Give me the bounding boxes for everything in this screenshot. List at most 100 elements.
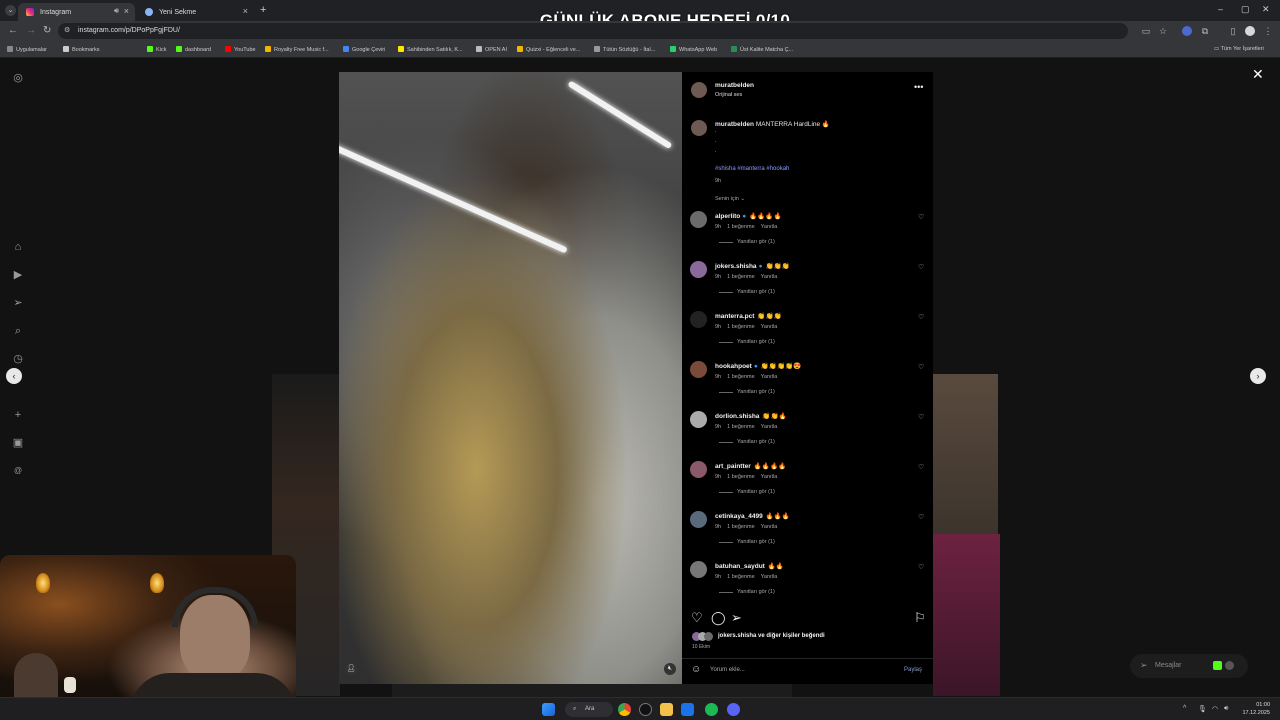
comment-avatar[interactable] xyxy=(690,311,707,328)
comment-avatar[interactable] xyxy=(690,561,707,578)
all-bookmarks-folder[interactable]: ▭ Tüm Yer İşaretleri xyxy=(1214,46,1264,52)
reply-button[interactable]: Yanıtla xyxy=(761,274,778,280)
view-replies-button[interactable]: Yanıtları gör (1) xyxy=(737,589,775,595)
comment-avatar[interactable] xyxy=(690,511,707,528)
audio-label[interactable]: Orijinal ses xyxy=(715,92,742,98)
volume-icon[interactable]: 🔊︎ xyxy=(1224,705,1228,713)
messages-pill[interactable]: ➢ Mesajlar xyxy=(1130,654,1248,678)
heart-icon[interactable]: ♡ xyxy=(691,611,703,624)
comment-avatar[interactable] xyxy=(690,411,707,428)
chrome-icon[interactable] xyxy=(618,703,631,716)
comment-likes[interactable]: 1 beğenme xyxy=(727,424,755,430)
view-replies-button[interactable]: Yanıtları gör (1) xyxy=(737,389,775,395)
puzzle-icon[interactable]: ⧉ xyxy=(1200,26,1210,36)
bookmark-item[interactable]: Üst Kalite Matcha Ç... xyxy=(731,46,793,53)
wifi-icon[interactable]: ◠ xyxy=(1212,705,1218,713)
bookmark-item[interactable]: Bookmarks xyxy=(63,46,100,53)
comment-user[interactable]: dorlion.shisha xyxy=(715,413,759,420)
comment-user[interactable]: hookahpoet xyxy=(715,363,752,370)
instagram-logo-icon[interactable]: ◎ xyxy=(11,71,25,85)
comment-filter[interactable]: Senin için ⌄ xyxy=(715,196,745,202)
emoji-icon[interactable]: ☺ xyxy=(691,664,701,675)
comment-input[interactable]: Yorum ekle... xyxy=(710,667,745,673)
view-replies-button[interactable]: Yanıtları gör (1) xyxy=(737,239,775,245)
view-replies-button[interactable]: Yanıtları gör (1) xyxy=(737,289,775,295)
comment-likes[interactable]: 1 beğenme xyxy=(727,574,755,580)
reels-icon[interactable]: ▶ xyxy=(11,268,25,282)
next-post-button[interactable]: › xyxy=(1250,368,1266,384)
comment-like-heart-icon[interactable]: ♡ xyxy=(918,213,924,221)
comment-likes[interactable]: 1 beğenme xyxy=(727,224,755,230)
share-icon[interactable]: ➢ xyxy=(731,611,742,624)
comment-like-heart-icon[interactable]: ♡ xyxy=(918,363,924,371)
dashboard-icon[interactable]: ▣ xyxy=(11,436,25,450)
comment-likes[interactable]: 1 beğenme xyxy=(727,324,755,330)
comment-avatar[interactable] xyxy=(690,361,707,378)
caption-hashtags[interactable]: #shisha #manterra #hookah xyxy=(715,166,789,172)
author-avatar[interactable] xyxy=(691,82,707,98)
bookmark-item[interactable]: Tütün Sözlüğü - İtal... xyxy=(594,46,655,53)
site-info-icon[interactable]: ⚙ xyxy=(64,23,70,39)
bookmark-item[interactable]: Quizxi - Eğlenceli ve... xyxy=(517,46,580,53)
view-replies-button[interactable]: Yanıtları gör (1) xyxy=(737,439,775,445)
create-icon[interactable]: + xyxy=(11,408,25,422)
view-replies-button[interactable]: Yanıtları gör (1) xyxy=(737,489,775,495)
forward-icon[interactable]: → xyxy=(26,25,36,36)
comment-user[interactable]: jokers.shisha xyxy=(715,263,757,270)
comment-likes[interactable]: 1 beğenme xyxy=(727,524,755,530)
previous-post-button[interactable]: ‹ xyxy=(6,368,22,384)
comment-like-heart-icon[interactable]: ♡ xyxy=(918,313,924,321)
bookmark-item[interactable]: WhatsApp Web xyxy=(670,46,717,53)
caption-avatar[interactable] xyxy=(691,120,707,136)
star-icon[interactable]: ☆ xyxy=(1158,26,1168,36)
caption-user[interactable]: muratbelden xyxy=(715,121,754,128)
app-icon[interactable] xyxy=(681,703,694,716)
comment-likes[interactable]: 1 beğenme xyxy=(727,374,755,380)
app-icon[interactable] xyxy=(639,703,652,716)
back-icon[interactable]: ← xyxy=(8,25,18,36)
bookmark-item[interactable]: Google Çeviri xyxy=(343,46,385,53)
mute-icon[interactable]: 🔇︎ xyxy=(664,663,676,675)
reply-button[interactable]: Yanıtla xyxy=(761,474,778,480)
comment-avatar[interactable] xyxy=(690,461,707,478)
taskbar-search[interactable]: ⌕ Ara xyxy=(565,702,613,717)
explore-icon[interactable]: ◷ xyxy=(11,352,25,366)
reply-button[interactable]: Yanıtla xyxy=(761,374,778,380)
direct-icon[interactable]: ➢ xyxy=(11,296,25,310)
view-replies-button[interactable]: Yanıtları gör (1) xyxy=(737,539,775,545)
reply-button[interactable]: Yanıtla xyxy=(761,424,778,430)
threads-icon[interactable]: @ xyxy=(11,464,25,478)
video-user-icon[interactable]: 👤︎ xyxy=(345,663,357,675)
url-input[interactable]: ⚙ instagram.com/p/DPoPpFgjFDU/ xyxy=(58,23,1128,39)
comment-avatar[interactable] xyxy=(690,261,707,278)
more-options-icon[interactable]: ••• xyxy=(914,82,923,92)
bookmark-item[interactable]: Sahibinden Satılık, K... xyxy=(398,46,463,53)
microphone-icon[interactable]: 🎙︎ xyxy=(1198,705,1207,713)
comment-like-heart-icon[interactable]: ♡ xyxy=(918,513,924,521)
close-icon[interactable]: ✕ xyxy=(1252,66,1264,83)
comment-user[interactable]: art_paintter xyxy=(715,463,751,470)
comment-avatar[interactable] xyxy=(690,211,707,228)
windows-start-icon[interactable] xyxy=(542,703,555,716)
discord-icon[interactable] xyxy=(727,703,740,716)
chevron-up-icon[interactable]: ^ xyxy=(1183,705,1186,712)
comment-user[interactable]: manterra.pct xyxy=(715,313,754,320)
spotify-icon[interactable] xyxy=(705,703,718,716)
view-replies-button[interactable]: Yanıtları gör (1) xyxy=(737,339,775,345)
comment-likes[interactable]: 1 beğenme xyxy=(727,474,755,480)
bookmark-item[interactable]: YouTube xyxy=(225,46,256,53)
comment-like-heart-icon[interactable]: ♡ xyxy=(918,563,924,571)
comment-icon[interactable]: ◯ xyxy=(711,611,726,624)
post-video[interactable]: 👤︎ 🔇︎ xyxy=(339,72,682,684)
menu-kebab-icon[interactable]: ⋮ xyxy=(1263,26,1273,36)
post-author[interactable]: muratbelden xyxy=(715,82,754,89)
sidepanel-icon[interactable]: ▯ xyxy=(1228,26,1238,36)
bookmark-item[interactable]: Uygulamalar xyxy=(7,46,47,53)
extension-icon[interactable] xyxy=(1182,26,1192,36)
reload-icon[interactable]: ↻ xyxy=(43,25,51,36)
bookmark-item[interactable]: Kick xyxy=(147,46,166,53)
comment-user[interactable]: alperlito xyxy=(715,213,740,220)
profile-avatar-icon[interactable] xyxy=(1245,26,1255,36)
comment-user[interactable]: batuhan_saydut xyxy=(715,563,765,570)
folder-icon[interactable] xyxy=(660,703,673,716)
